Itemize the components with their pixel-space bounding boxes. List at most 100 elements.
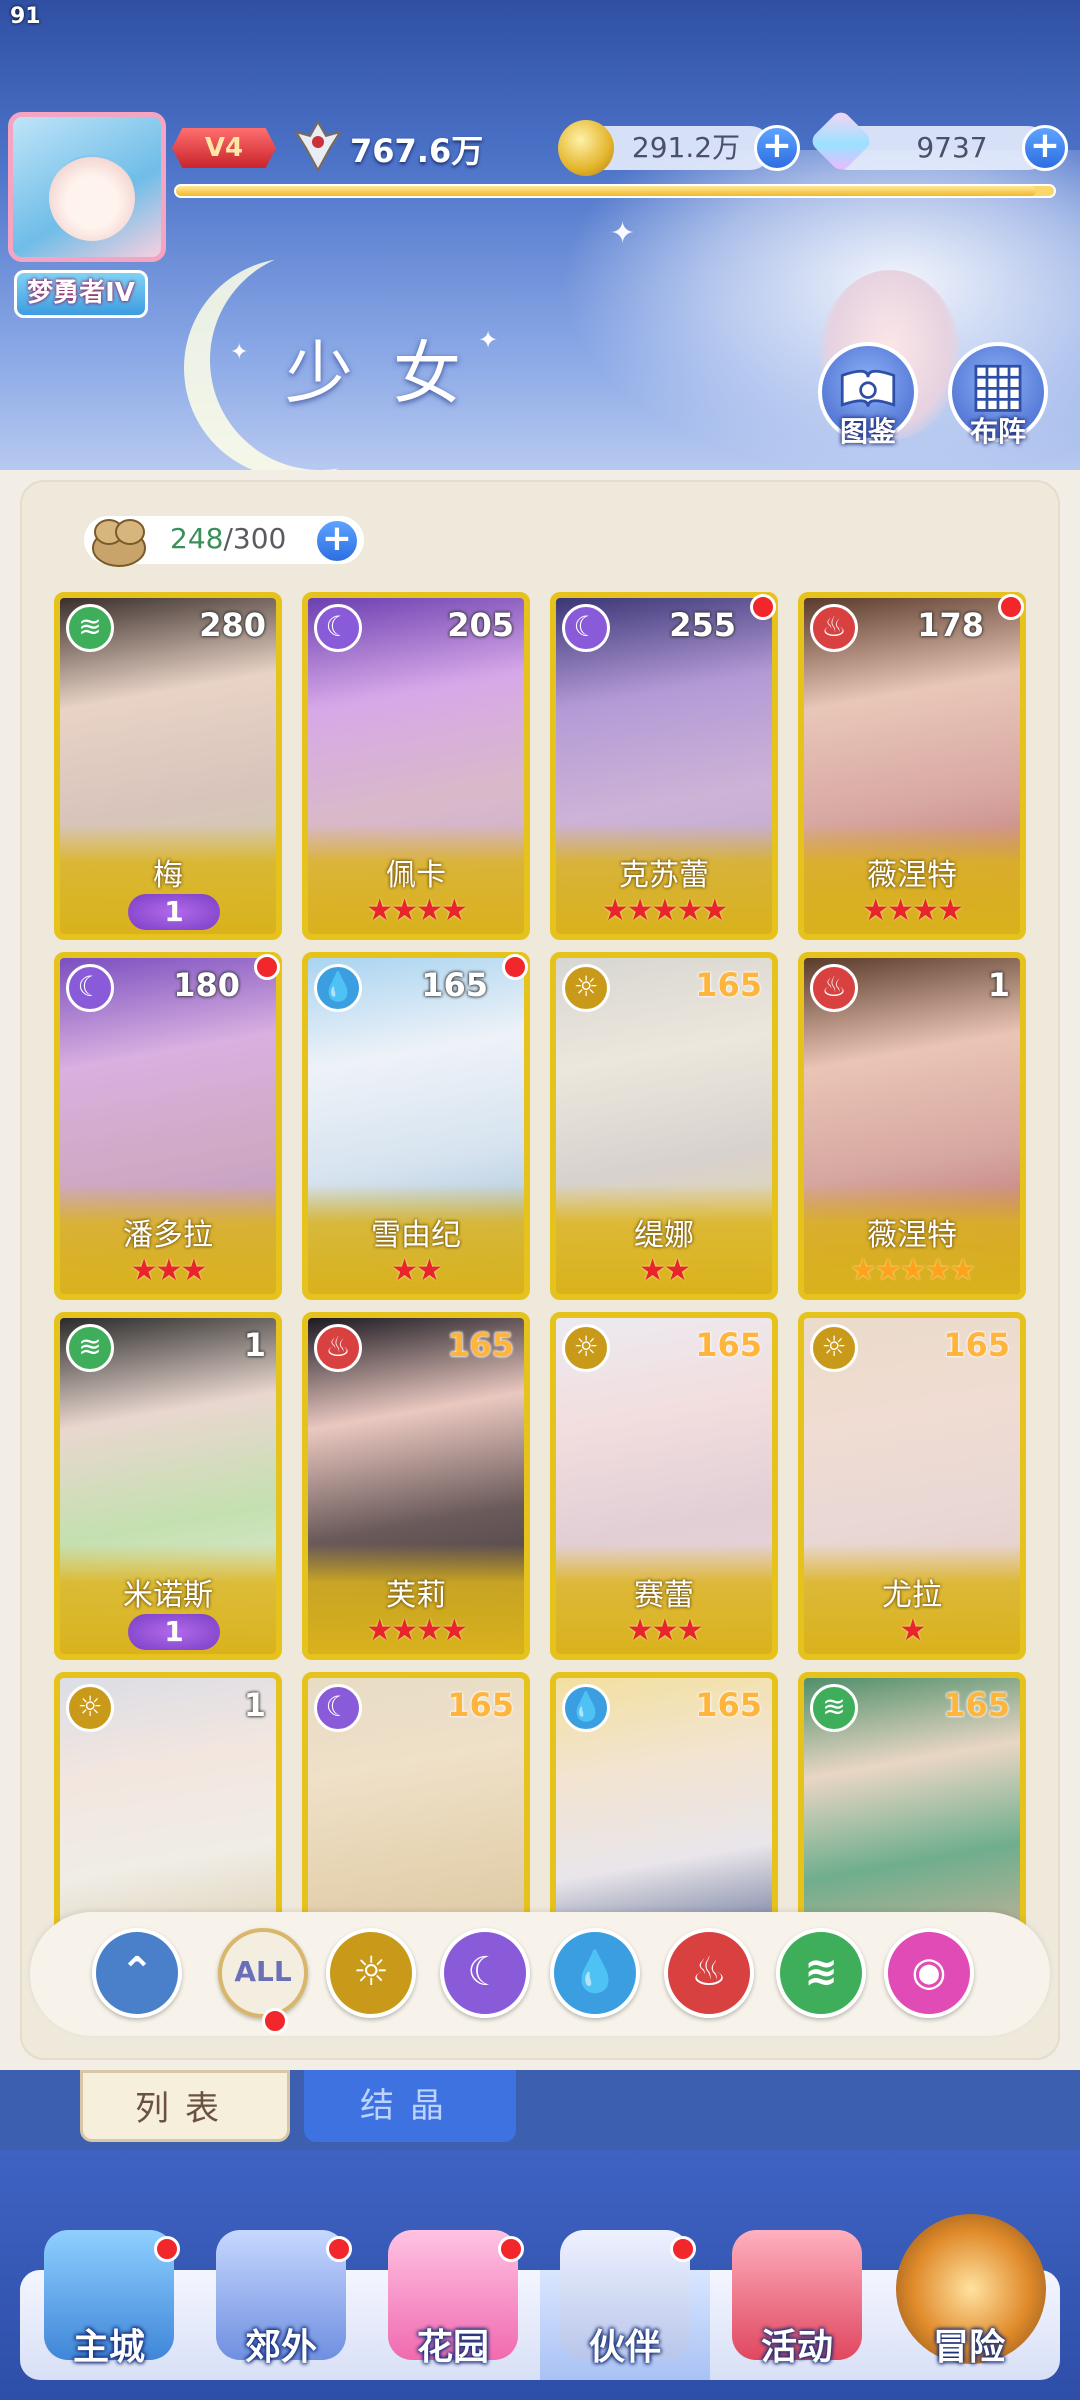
star-icon: ★ [874,1253,902,1288]
star-icon: ★ [899,1253,927,1288]
sparkle-icon: ✦ [230,340,249,365]
notification-dot [502,954,528,980]
character-card[interactable]: 米诺斯 1 ≋ 1 [54,1312,282,1660]
character-name: 雪由纪 [371,1218,461,1253]
notification-dot [498,2236,524,2262]
nav-item-label[interactable]: 活动 [712,2318,882,2370]
star-rating: ★★★★★ [556,893,772,928]
character-card[interactable]: 克苏蕾 ★★★★★ ☾ 255 [550,592,778,940]
character-card[interactable]: 潘多拉 ★★★ ☾ 180 [54,952,282,1300]
star-icon: ★ [366,893,393,928]
star-icon: ★ [155,1253,183,1288]
character-card[interactable]: 尤拉 ★ ☼ 165 [798,1312,1026,1660]
filter-water-button[interactable]: 💧 [550,1928,640,2018]
character-card[interactable]: 薇涅特 ★★★★ ♨ 178 [798,592,1026,940]
character-level: 178 [917,606,984,644]
capacity-separator: / [223,522,233,555]
character-name: 梅 [153,858,183,893]
character-level: 255 [669,606,736,644]
add-gems-button[interactable]: + [1022,125,1068,171]
filter-fire-button[interactable]: ♨ [664,1928,754,2018]
star-icon: ★ [862,893,889,928]
nav-item-label[interactable]: 花园 [368,2318,538,2370]
filter-all-button[interactable]: ALL [218,1928,308,2018]
character-level: 180 [173,966,240,1004]
character-name: 芙莉 [386,1578,446,1613]
filter-wind-button[interactable]: ≋ [776,1928,866,2018]
character-level: 1 [987,966,1010,1004]
star-icon: ★ [601,893,629,928]
character-level: 165 [421,966,488,1004]
notification-dot [254,954,280,980]
wind-icon: ≋ [66,1324,114,1372]
flame-icon: ♨ [810,964,858,1012]
star-icon: ★ [924,1253,951,1288]
capacity-max: 300 [232,522,287,555]
flame-icon: ♨ [810,604,858,652]
tab-crystal[interactable]: 结晶 [304,2070,516,2142]
character-level: 165 [695,1686,762,1724]
character-name: 尤拉 [882,1578,942,1613]
flame-icon: ♨ [314,1324,362,1372]
star-rating: ★★ [556,1253,772,1288]
nav-item-label[interactable]: 冒险 [884,2318,1054,2370]
character-card[interactable]: 梅 1 ≋ 280 [54,592,282,940]
expand-capacity-button[interactable]: + [314,518,360,564]
star-icon: ★ [416,1613,443,1648]
capacity-current: 248 [170,522,224,555]
star-icon: ★ [180,1253,207,1288]
notification-dot [154,2236,180,2262]
character-level: 1 [243,1686,266,1724]
wind-icon: ≋ [66,604,114,652]
star-rating: ★★★ [60,1253,276,1288]
moon-icon: ☾ [66,964,114,1012]
star-icon: ★ [701,893,728,928]
experience-bar-fill [176,186,1037,196]
character-name: 佩卡 [386,858,446,893]
character-card[interactable]: 佩卡 ★★★★ ☾ 205 [302,592,530,940]
filter-moon-button[interactable]: ☾ [440,1928,530,2018]
filter-special-button[interactable]: ⌃ [92,1928,182,2018]
tab-list[interactable]: 列表 [80,2070,290,2142]
character-name: 潘多拉 [123,1218,213,1253]
combat-power-icon [293,119,343,173]
star-rating: ★ [804,1613,1020,1648]
star-icon: ★ [391,1613,418,1648]
character-name: 米诺斯 [123,1578,213,1613]
character-name: 缇娜 [634,1218,694,1253]
character-card[interactable]: 缇娜 ★★ ☼ 165 [550,952,778,1300]
character-level: 165 [447,1686,514,1724]
star-icon: ★ [391,893,418,928]
star-icon: ★ [849,1253,877,1288]
player-level: 91 [10,4,41,29]
star-icon: ★ [912,893,939,928]
vip-badge[interactable]: V4 [172,128,276,168]
character-card[interactable]: 薇涅特 ★★★★★ ♨ 1 [798,952,1026,1300]
star-rating: ★★★★ [308,1613,524,1648]
filter-sun-button[interactable]: ☼ [326,1928,416,2018]
add-coins-button[interactable]: + [754,125,800,171]
gem-value: 9737 [916,131,988,164]
experience-bar [174,184,1056,198]
character-card[interactable]: 赛蕾 ★★★ ☼ 165 [550,1312,778,1660]
character-card[interactable]: 雪由纪 ★★ 💧 165 [302,952,530,1300]
character-card[interactable]: 芙莉 ★★★★ ♨ 165 [302,1312,530,1660]
formation-label: 布阵 [969,415,1026,448]
coin-value: 291.2万 [631,131,741,164]
player-avatar[interactable] [8,112,166,262]
star-rating: ★★ [308,1253,524,1288]
star-icon: ★ [130,1253,158,1288]
filter-love-button[interactable]: ◉ [884,1928,974,2018]
star-rating: ★★★★ [804,893,1020,928]
nav-item-label[interactable]: 郊外 [196,2318,366,2370]
nav-item-label[interactable]: 伙伴 [540,2318,710,2370]
droplet-icon: 💧 [562,1684,610,1732]
player-title-badge[interactable]: 梦勇者IV [14,270,148,318]
character-level: 280 [199,606,266,644]
sun-icon: ☼ [810,1324,858,1372]
nav-item-label[interactable]: 主城 [24,2318,194,2370]
star-icon: ★ [416,1253,443,1288]
star-icon: ★ [391,1253,418,1288]
character-level: 1 [243,1326,266,1364]
notification-dot [326,2236,352,2262]
